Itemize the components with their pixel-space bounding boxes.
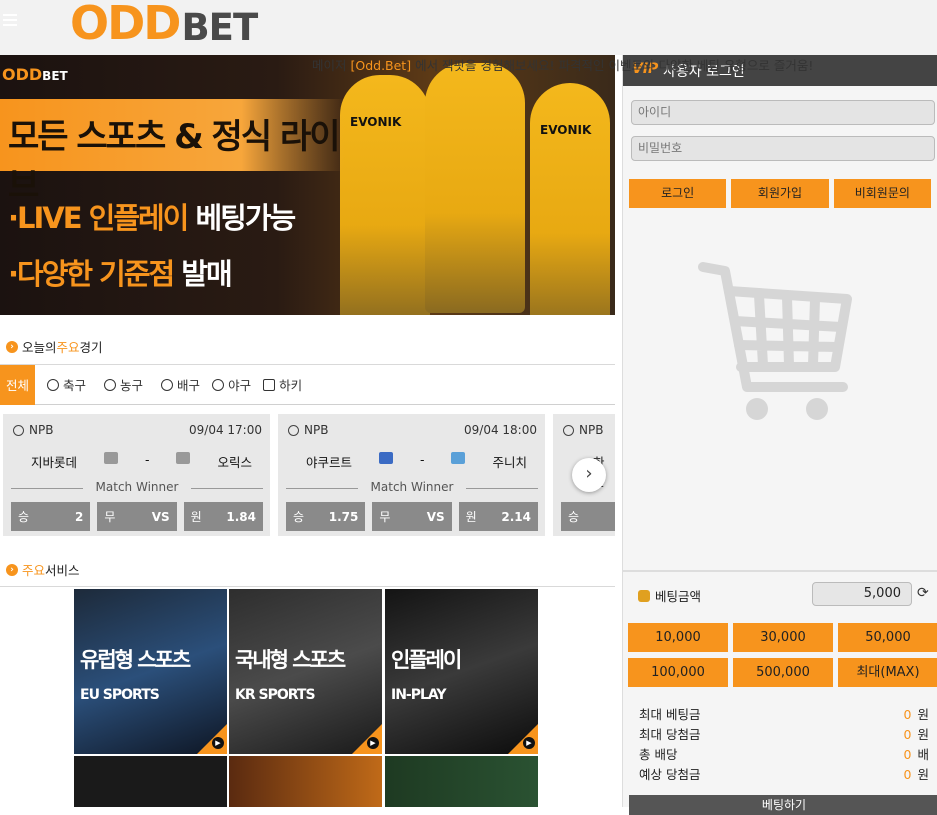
bet-amount-input[interactable]: 5,000 xyxy=(812,582,912,606)
service-card[interactable] xyxy=(74,756,227,807)
arrow-circle-icon: › xyxy=(6,563,18,576)
league-name: NPB xyxy=(579,423,604,437)
team-logo xyxy=(451,452,466,464)
arrow-circle-icon: › xyxy=(6,340,18,353)
banner-logo: ODDBET xyxy=(2,65,68,84)
odd-draw-button[interactable]: 무 VS xyxy=(372,502,452,531)
away-team: 주니치 xyxy=(492,455,527,470)
market-name: Match Winner xyxy=(11,480,263,496)
odd-home-button[interactable]: 승2 xyxy=(11,502,91,531)
refresh-icon[interactable]: ⟳ xyxy=(917,585,929,601)
amount-500000-button[interactable]: 500,000 xyxy=(733,658,833,687)
notice-marquee: 메이저 [Odd.Bet] 에서 잭팟을 경험해보세요! 파격적인 이벤트와 다… xyxy=(312,58,814,73)
service-eu-sports[interactable]: 유럽형 스포츠 EU SPORTS ▶ xyxy=(74,589,227,754)
amount-10000-button[interactable]: 10,000 xyxy=(628,623,728,652)
services-title: › 주요 서비스 xyxy=(0,560,80,579)
service-card[interactable] xyxy=(385,756,538,807)
league-name: NPB xyxy=(29,423,54,437)
odd-home-button[interactable]: 승 xyxy=(561,502,615,531)
match-card[interactable]: NPB 09/04 18:00 야쿠르트 - 주니치 Match Winner … xyxy=(278,414,545,536)
amount-50000-button[interactable]: 50,000 xyxy=(838,623,937,652)
menu-icon[interactable] xyxy=(3,12,17,28)
market-name: Match Winner xyxy=(286,480,538,496)
home-team: 지바롯데 xyxy=(31,455,78,470)
odd-away-button[interactable]: 원 2.14 xyxy=(458,502,538,531)
today-title: › 오늘의 주요 경기 xyxy=(0,337,103,356)
play-icon: ▶ xyxy=(523,737,535,749)
baseball-icon xyxy=(13,424,24,436)
amount-100000-button[interactable]: 100,000 xyxy=(628,658,728,687)
baseball-icon xyxy=(563,424,574,436)
service-card[interactable] xyxy=(229,756,382,807)
play-icon: ▶ xyxy=(367,737,379,749)
main-banner[interactable]: EVONIK EVONIK ODDBET 모든 스포츠 & 정식 라이브 ·LI… xyxy=(0,55,615,315)
sport-tabs: 전체 축구 농구 배구 야구 하키 xyxy=(0,364,615,405)
logo-bet: BET xyxy=(181,5,258,49)
home-team: 야쿠르트 xyxy=(306,455,353,470)
odd-home-button[interactable]: 승 1.75 xyxy=(286,502,366,531)
away-team: 오릭스 xyxy=(217,455,252,470)
amount-max-button[interactable]: 최대(MAX) xyxy=(838,658,937,687)
hockey-icon xyxy=(263,378,276,391)
coins-icon xyxy=(638,589,650,602)
login-betslip-panel: VIP 사용자 로그인 아이디 비밀번호 로그인 회원가입 비회원문의 베팅금액… xyxy=(622,55,937,815)
play-icon: ▶ xyxy=(212,737,224,749)
team-logo xyxy=(176,452,191,464)
guest-inquiry-button[interactable]: 비회원문의 xyxy=(833,179,931,208)
next-arrow-button[interactable]: › xyxy=(572,458,606,492)
odd-away-button[interactable]: 원 1.84 xyxy=(183,502,263,531)
place-bet-button[interactable]: 베팅하기 xyxy=(629,795,937,815)
username-input[interactable]: 아이디 xyxy=(631,100,935,125)
soccer-icon xyxy=(47,378,60,391)
logo-odd: ODD xyxy=(70,0,181,50)
team-logo xyxy=(104,452,118,464)
tab-hockey[interactable]: 하키 xyxy=(257,365,308,405)
banner-title: 모든 스포츠 & 정식 라이브 xyxy=(0,99,345,206)
player-image: EVONIK xyxy=(340,75,430,315)
team-logo xyxy=(379,452,393,464)
tab-baseball[interactable]: 야구 xyxy=(206,365,257,405)
login-button[interactable]: 로그인 xyxy=(629,179,727,208)
player-image xyxy=(425,63,525,313)
cart-icon xyxy=(698,262,852,420)
banner-line-1: ·LIVE 인플레이 베팅가능 xyxy=(8,201,296,235)
banner-line-2: ·다양한 기준점 발매 xyxy=(8,257,233,291)
match-time: 09/04 17:00 xyxy=(189,423,262,437)
password-input[interactable]: 비밀번호 xyxy=(631,136,935,161)
tab-volleyball[interactable]: 배구 xyxy=(155,365,206,405)
volleyball-icon xyxy=(161,378,174,391)
league-name: NPB xyxy=(304,423,329,437)
bet-amount-label: 베팅금액 xyxy=(638,586,701,605)
bet-stats: 최대 베팅금 0 원 최대 당첨금 0 원 총 배당 0 배 예상 당첨금 0 원 xyxy=(639,707,929,782)
match-time: 09/04 18:00 xyxy=(464,423,537,437)
signup-button[interactable]: 회원가입 xyxy=(731,179,829,208)
header: ODD BET xyxy=(0,0,937,55)
service-in-play[interactable]: 인플레이 IN-PLAY ▶ xyxy=(385,589,538,754)
player-image: EVONIK xyxy=(530,83,610,315)
baseball-icon xyxy=(212,378,225,391)
basketball-icon xyxy=(104,378,117,391)
tab-basketball[interactable]: 농구 xyxy=(98,365,149,405)
amount-30000-button[interactable]: 30,000 xyxy=(733,623,833,652)
odd-draw-button[interactable]: 무 VS xyxy=(97,502,177,531)
tab-all[interactable]: 전체 xyxy=(0,364,36,405)
service-kr-sports[interactable]: 국내형 스포츠 KR SPORTS ▶ xyxy=(229,589,382,754)
logo[interactable]: ODD BET xyxy=(70,0,258,50)
divider xyxy=(0,586,615,587)
tab-soccer[interactable]: 축구 xyxy=(41,365,92,405)
baseball-icon xyxy=(288,424,299,436)
match-card[interactable]: NPB 09/04 17:00 지바롯데 - 오릭스 Match Winner … xyxy=(3,414,270,536)
